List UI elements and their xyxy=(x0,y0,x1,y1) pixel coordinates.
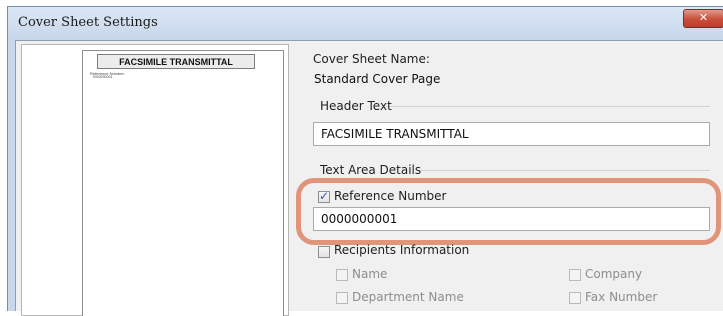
fax-number-label: Fax Number xyxy=(585,290,658,304)
company-label: Company xyxy=(585,267,643,281)
department-name-label: Department Name xyxy=(352,290,464,304)
thumbnail-reference-value: 0000000001 xyxy=(93,75,113,79)
cover-preview-panel: FACSIMILE TRANSMITTAL Reference Number: … xyxy=(21,44,289,316)
window-title: Cover Sheet Settings xyxy=(18,15,158,30)
header-text-group-label: Header Text xyxy=(320,99,392,113)
text-area-details-group-label: Text Area Details xyxy=(320,163,422,177)
text-area-details-group-line xyxy=(418,170,710,171)
recipients-information-label[interactable]: Recipients Information xyxy=(334,243,469,257)
department-name-checkbox[interactable] xyxy=(336,292,348,304)
header-text-input[interactable]: FACSIMILE TRANSMITTAL xyxy=(313,122,710,146)
thumbnail-header-text: FACSIMILE TRANSMITTAL xyxy=(97,54,255,69)
name-checkbox[interactable] xyxy=(336,269,348,281)
cover-sheet-name-label: Cover Sheet Name: xyxy=(313,52,430,66)
close-icon: ✕ xyxy=(698,11,709,24)
name-label: Name xyxy=(352,267,388,281)
reference-number-highlight xyxy=(296,178,721,245)
cover-page-thumbnail: FACSIMILE TRANSMITTAL Reference Number: … xyxy=(82,50,284,316)
close-button[interactable]: ✕ xyxy=(683,9,723,28)
company-checkbox[interactable] xyxy=(569,269,581,281)
header-text-group-line xyxy=(386,106,710,107)
title-bar[interactable]: Cover Sheet Settings ✕ xyxy=(8,7,723,40)
fax-number-checkbox[interactable] xyxy=(569,292,581,304)
cover-sheet-name-field: Standard Cover Page xyxy=(306,67,710,91)
recipients-information-checkbox[interactable] xyxy=(318,246,330,258)
